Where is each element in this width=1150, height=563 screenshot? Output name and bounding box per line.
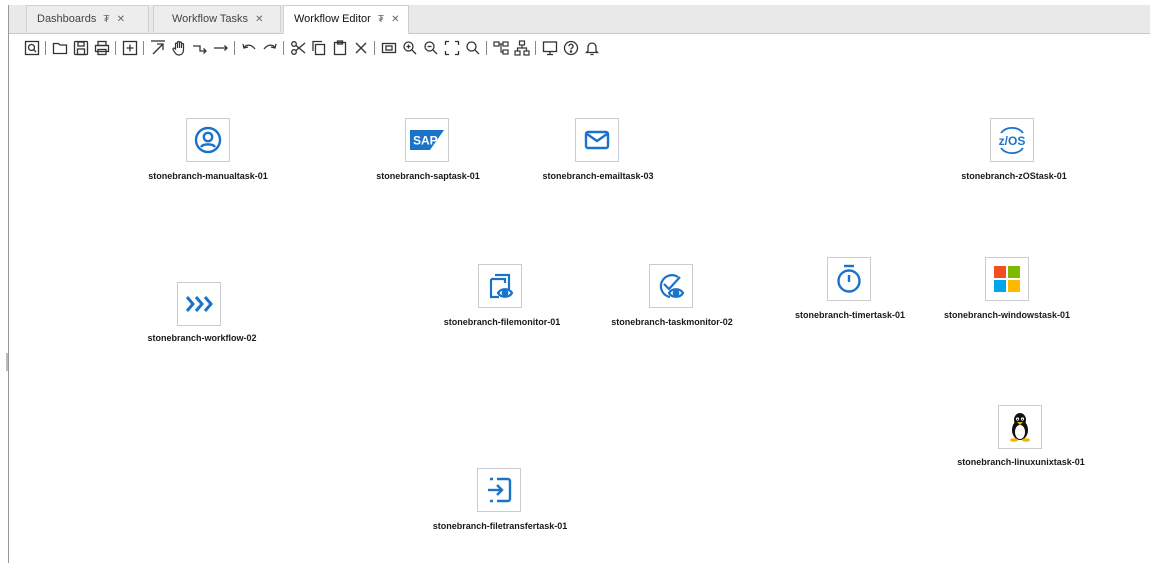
zoom-out-icon[interactable] bbox=[423, 40, 439, 56]
copy-icon[interactable] bbox=[311, 40, 327, 56]
select-arrow-icon[interactable] bbox=[150, 40, 166, 56]
node-label: stonebranch-emailtask-03 bbox=[542, 171, 654, 181]
notification-bell-icon[interactable] bbox=[584, 40, 600, 56]
task-monitor-icon[interactable] bbox=[649, 264, 693, 308]
file-transfer-icon[interactable] bbox=[477, 468, 521, 512]
tab-workflow-tasks[interactable]: Workflow Tasks ✕ bbox=[153, 5, 281, 32]
tab-label: Dashboards bbox=[37, 13, 97, 25]
pin-icon[interactable]: ₮ bbox=[103, 14, 109, 25]
connector-icon[interactable] bbox=[192, 40, 208, 56]
node-label: stonebranch-filetransfertask-01 bbox=[432, 521, 568, 531]
undo-icon[interactable] bbox=[241, 40, 257, 56]
layout-horizontal-icon[interactable] bbox=[493, 40, 509, 56]
toolbar-separator bbox=[45, 41, 46, 55]
file-monitor-icon[interactable] bbox=[478, 264, 522, 308]
sap-logo-text: SAP bbox=[413, 134, 438, 148]
envelope-icon[interactable] bbox=[575, 118, 619, 162]
linux-penguin-icon[interactable] bbox=[998, 405, 1042, 449]
redo-icon[interactable] bbox=[262, 40, 278, 56]
toolbar-separator bbox=[535, 41, 536, 55]
paste-icon[interactable] bbox=[332, 40, 348, 56]
toolbar-separator bbox=[374, 41, 375, 55]
open-folder-icon[interactable] bbox=[52, 40, 68, 56]
zoom-in-icon[interactable] bbox=[402, 40, 418, 56]
print-icon[interactable] bbox=[94, 40, 110, 56]
stopwatch-icon[interactable] bbox=[827, 257, 871, 301]
user-circle-icon[interactable] bbox=[186, 118, 230, 162]
node-label: stonebranch-filemonitor-01 bbox=[443, 317, 561, 327]
node-label: stonebranch-manualtask-01 bbox=[148, 171, 268, 181]
workflow-chevrons-icon[interactable] bbox=[177, 282, 221, 326]
zoom-fit-icon[interactable] bbox=[381, 40, 397, 56]
node-label: stonebranch-windowstask-01 bbox=[943, 310, 1071, 320]
tab-label: Workflow Tasks bbox=[172, 13, 249, 25]
layout-vertical-icon[interactable] bbox=[514, 40, 530, 56]
node-label: stonebranch-taskmonitor-02 bbox=[611, 317, 733, 327]
node-label: stonebranch-saptask-01 bbox=[376, 171, 480, 181]
straight-connector-icon[interactable] bbox=[213, 40, 229, 56]
sap-logo-icon[interactable]: SAP bbox=[405, 118, 449, 162]
save-icon[interactable] bbox=[73, 40, 89, 56]
node-label: stonebranch-workflow-02 bbox=[147, 333, 257, 343]
help-icon[interactable] bbox=[563, 40, 579, 56]
delete-icon[interactable] bbox=[353, 40, 369, 56]
close-icon[interactable]: ✕ bbox=[391, 14, 399, 25]
add-icon[interactable] bbox=[122, 40, 138, 56]
close-icon[interactable]: ✕ bbox=[117, 14, 125, 25]
zos-logo-text: z/OS bbox=[999, 134, 1026, 148]
fit-page-icon[interactable] bbox=[444, 40, 460, 56]
toolbar-separator bbox=[143, 41, 144, 55]
tab-bar: Dashboards ₮ ✕ Workflow Tasks ✕ Workflow… bbox=[9, 5, 1150, 34]
toolbar-separator bbox=[234, 41, 235, 55]
search-icon[interactable] bbox=[465, 40, 481, 56]
node-label: stonebranch-timertask-01 bbox=[794, 310, 906, 320]
pin-icon[interactable]: ₮ bbox=[378, 14, 384, 25]
tab-workflow-editor[interactable]: Workflow Editor ₮ ✕ bbox=[283, 5, 409, 34]
pan-hand-icon[interactable] bbox=[171, 40, 187, 56]
toolbar-separator bbox=[486, 41, 487, 55]
zos-logo-icon[interactable]: z/OS bbox=[990, 118, 1034, 162]
toolbar-separator bbox=[115, 41, 116, 55]
window-left-border bbox=[8, 5, 9, 563]
preview-icon[interactable] bbox=[24, 40, 40, 56]
monitor-icon[interactable] bbox=[542, 40, 558, 56]
node-label: stonebranch-zOStask-01 bbox=[961, 171, 1067, 181]
windows-logo-icon[interactable] bbox=[985, 257, 1029, 301]
toolbar-separator bbox=[283, 41, 284, 55]
node-label: stonebranch-linuxunixtask-01 bbox=[957, 457, 1085, 467]
splitter-handle[interactable] bbox=[6, 353, 8, 371]
cut-icon[interactable] bbox=[290, 40, 306, 56]
close-icon[interactable]: ✕ bbox=[255, 14, 263, 25]
tab-dashboards[interactable]: Dashboards ₮ ✕ bbox=[26, 5, 149, 32]
tab-label: Workflow Editor bbox=[294, 13, 371, 25]
